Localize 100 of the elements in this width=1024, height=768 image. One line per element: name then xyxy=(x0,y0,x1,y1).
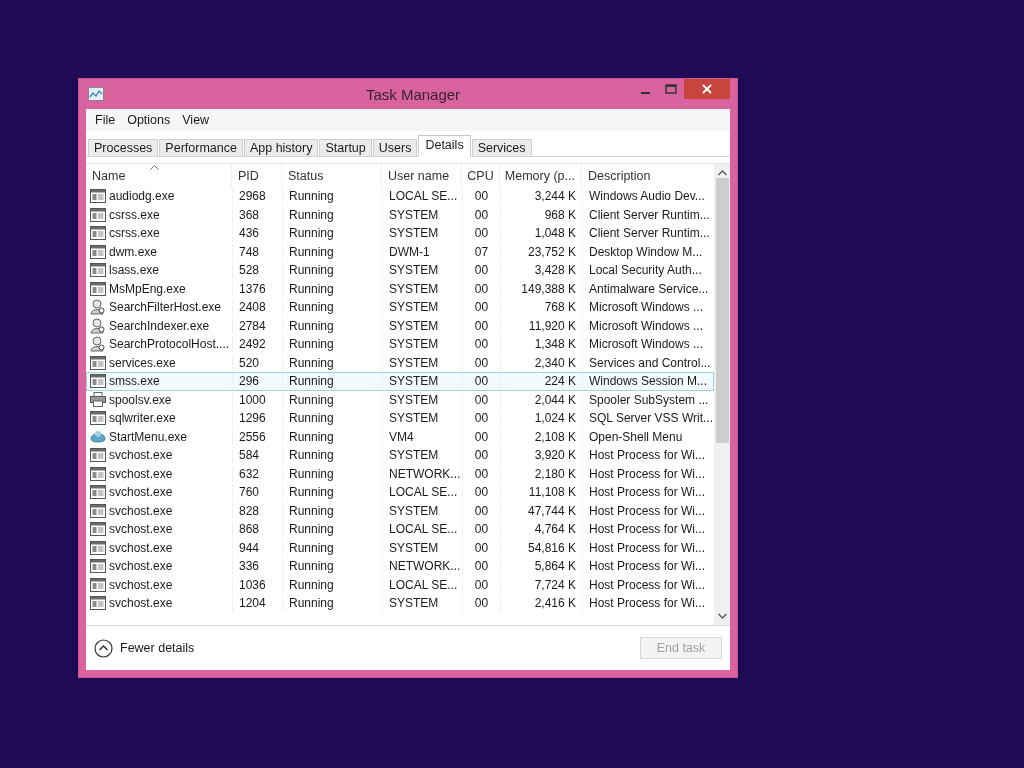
process-row[interactable]: sqlwriter.exe 1296 Running SYSTEM 00 1,024 K SQL Server VSS Writ... xyxy=(86,409,714,428)
process-row[interactable]: SearchIndexer.exe 2784 Running SYSTEM 00 11,920 K Microsoft Windows ... xyxy=(86,316,714,335)
fewer-details-button[interactable]: Fewer details xyxy=(94,638,195,658)
table-cell-text: Desktop Window M... xyxy=(588,243,704,260)
process-row[interactable]: services.exe 520 Running SYSTEM 00 2,340 K Services and Control... xyxy=(86,353,714,372)
process-row[interactable]: smss.exe 296 Running SYSTEM 00 224 K Windows Session M... xyxy=(86,372,714,391)
table-cell: 1,348 K xyxy=(501,336,583,353)
user-search-icon xyxy=(90,336,106,353)
window-icon xyxy=(90,503,106,518)
table-cell: Running xyxy=(283,354,383,371)
menu-item[interactable]: Options xyxy=(122,113,176,127)
tab[interactable]: App history xyxy=(243,139,319,157)
process-row[interactable]: svchost.exe 1204 Running SYSTEM 00 2,416 K Host Process for Wi... xyxy=(86,594,714,613)
column-header[interactable]: Memory (p... xyxy=(504,169,575,183)
table-cell: 1376 xyxy=(233,280,283,297)
table-cell: 1296 xyxy=(233,410,283,427)
table-cell-text: Host Process for Wi... xyxy=(588,484,707,501)
table-cell-text: Spooler SubSystem ... xyxy=(588,391,710,408)
table-cell-text: SQL Server VSS Writ... xyxy=(588,410,713,427)
table-cell: Running xyxy=(283,428,383,445)
close-icon xyxy=(702,84,712,94)
process-row[interactable]: audiodg.exe 2968 Running LOCAL SE... 00 3,244 K Windows Audio Dev... xyxy=(86,187,714,206)
table-cell: 00 xyxy=(463,262,501,279)
table-cell: Running xyxy=(283,225,383,242)
process-row[interactable]: csrss.exe 368 Running SYSTEM 00 968 K Client Server Runtim... xyxy=(86,205,714,224)
table-cell: LOCAL SE... xyxy=(383,484,463,501)
table-cell: SYSTEM xyxy=(383,447,463,464)
process-row[interactable]: svchost.exe 944 Running SYSTEM 00 54,816 K Host Process for Wi... xyxy=(86,538,714,557)
tab[interactable]: Details xyxy=(418,135,471,157)
table-cell: SYSTEM xyxy=(383,225,463,242)
column-header[interactable]: CPU xyxy=(467,169,494,183)
process-row[interactable]: dwm.exe 748 Running DWM-1 07 23,752 K Desktop Window M... xyxy=(86,242,714,261)
scrollbar[interactable] xyxy=(714,164,730,625)
table-cell: 00 xyxy=(463,410,501,427)
tab[interactable]: Users xyxy=(372,139,418,157)
process-row[interactable]: csrss.exe 436 Running SYSTEM 00 1,048 K Client Server Runtim... xyxy=(86,224,714,243)
table-cell: 528 xyxy=(233,262,283,279)
table-cell: 00 xyxy=(463,428,501,445)
table-cell: services.exe xyxy=(109,355,176,370)
table-cell: Running xyxy=(283,188,383,205)
menu-item[interactable]: View xyxy=(177,113,215,127)
table-cell-text: Antimalware Service... xyxy=(588,280,710,297)
tab[interactable]: Startup xyxy=(319,139,372,157)
column-header[interactable]: User name xyxy=(388,169,450,183)
table-cell: Running xyxy=(283,447,383,464)
process-row[interactable]: svchost.exe 1036 Running LOCAL SE... 00 7,724 K Host Process for Wi... xyxy=(86,575,714,594)
table-cell: SYSTEM xyxy=(383,502,463,519)
process-row[interactable]: lsass.exe 528 Running SYSTEM 00 3,428 K Local Security Auth... xyxy=(86,261,714,280)
table-cell: Running xyxy=(283,576,383,593)
process-row[interactable]: SearchProtocolHost.... 2492 Running SYSTEM 00 1,348 K Microsoft Windows ... xyxy=(86,335,714,354)
process-row[interactable]: spoolsv.exe 1000 Running SYSTEM 00 2,044 K Spooler SubSystem ... xyxy=(86,390,714,409)
tab[interactable]: Services xyxy=(471,139,532,157)
table-cell: MsMpEng.exe xyxy=(109,281,186,296)
table-cell: Running xyxy=(283,539,383,556)
table-cell: svchost.exe xyxy=(109,596,173,611)
process-row[interactable]: MsMpEng.exe 1376 Running SYSTEM 00 149,388 K Antimalware Service... xyxy=(86,279,714,298)
table-cell: VM4 xyxy=(383,428,463,445)
table-cell: 868 xyxy=(233,521,283,538)
table-cell: 1,048 K xyxy=(501,225,583,242)
process-row[interactable]: SearchFilterHost.exe 2408 Running SYSTEM 00 768 K Microsoft Windows ... xyxy=(86,298,714,317)
column-header[interactable]: Description xyxy=(588,169,651,183)
process-row[interactable]: svchost.exe 868 Running LOCAL SE... 00 4,764 K Host Process for Wi... xyxy=(86,520,714,539)
process-row[interactable]: svchost.exe 828 Running SYSTEM 00 47,744 K Host Process for Wi... xyxy=(86,501,714,520)
table-cell: csrss.exe xyxy=(109,207,160,222)
table-cell: 11,108 K xyxy=(501,484,583,501)
table-cell: SearchFilterHost.exe xyxy=(109,300,222,315)
column-header[interactable]: PID xyxy=(238,169,259,183)
table-cell-text: Open-Shell Menu xyxy=(588,428,684,445)
process-row[interactable]: StartMenu.exe 2556 Running VM4 00 2,108 K Open-Shell Menu xyxy=(86,427,714,446)
table-cell-text: Host Process for Wi... xyxy=(588,539,707,556)
tab[interactable]: Processes xyxy=(88,139,159,157)
table-cell: 00 xyxy=(463,317,501,334)
table-cell: SYSTEM xyxy=(383,299,463,316)
table-cell: 2,416 K xyxy=(501,595,583,612)
process-row[interactable]: svchost.exe 760 Running LOCAL SE... 00 11,108 K Host Process for Wi... xyxy=(86,483,714,502)
table-cell: spoolsv.exe xyxy=(109,392,172,407)
table-cell-text: Host Process for Wi... xyxy=(588,521,707,538)
scroll-thumb[interactable] xyxy=(715,178,729,443)
table-cell: 2968 xyxy=(233,188,283,205)
tab[interactable]: Performance xyxy=(159,139,243,157)
scroll-down-icon[interactable] xyxy=(717,613,727,619)
window-icon xyxy=(90,244,106,259)
table-cell: 368 xyxy=(233,206,283,223)
scroll-up-icon[interactable] xyxy=(717,170,727,176)
column-header[interactable]: Name xyxy=(92,169,126,183)
process-row[interactable]: svchost.exe 584 Running SYSTEM 00 3,920 K Host Process for Wi... xyxy=(86,446,714,465)
table-cell: 7,724 K xyxy=(501,576,583,593)
table-cell: Running xyxy=(283,280,383,297)
table-cell: LOCAL SE... xyxy=(383,576,463,593)
process-row[interactable]: svchost.exe 632 Running NETWORK... 00 2,180 K Host Process for Wi... xyxy=(86,464,714,483)
table-cell: 968 K xyxy=(501,206,583,223)
minimize-icon xyxy=(640,92,650,94)
user-search-icon xyxy=(90,317,106,334)
close-button[interactable] xyxy=(684,79,730,99)
menu-item[interactable]: File xyxy=(90,113,121,127)
table-cell-text: Client Server Runtim... xyxy=(588,206,711,223)
table-cell: 2408 xyxy=(233,299,283,316)
column-header[interactable]: Status xyxy=(288,169,324,183)
table-cell-text: Services and Control... xyxy=(588,354,712,371)
process-row[interactable]: svchost.exe 336 Running NETWORK... 00 5,864 K Host Process for Wi... xyxy=(86,557,714,576)
